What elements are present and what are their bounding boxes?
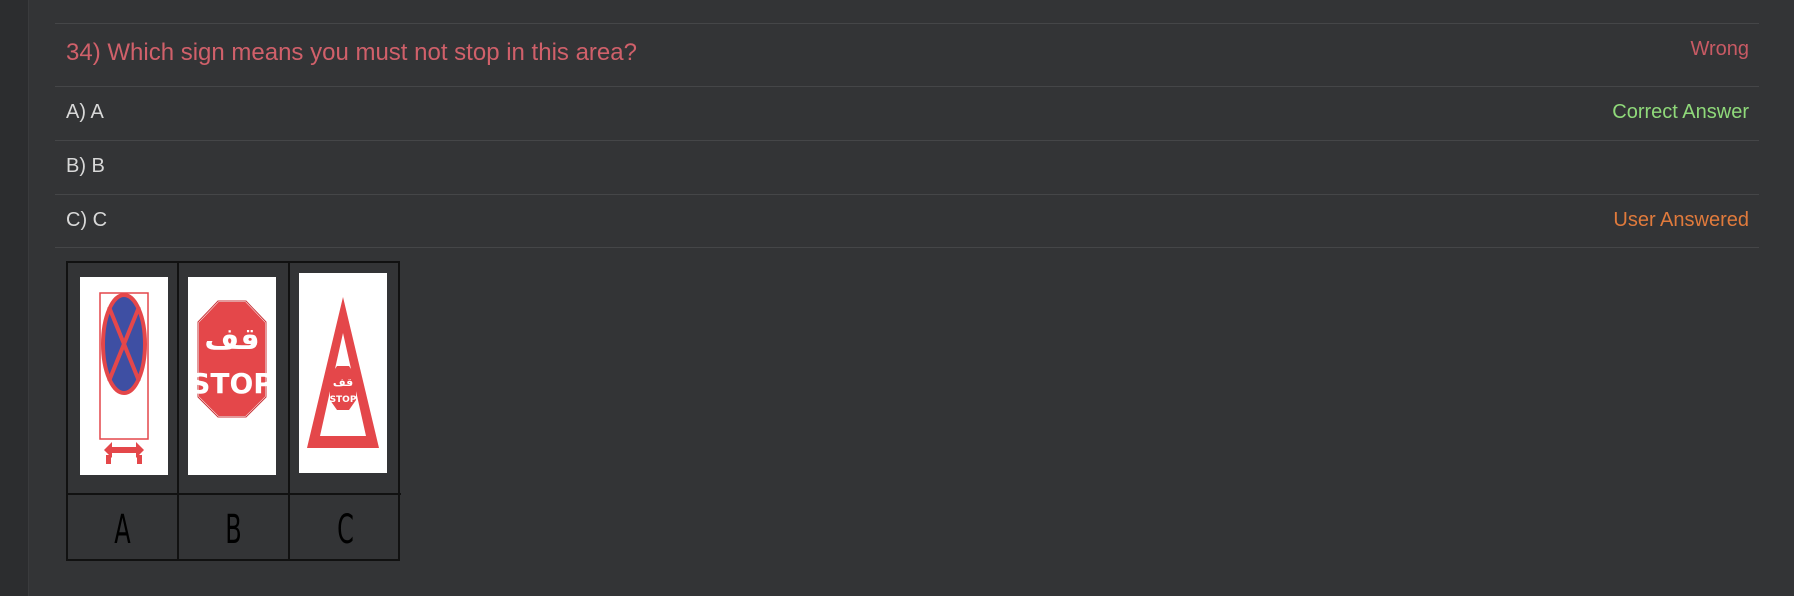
user-answered-tag: User Answered	[1613, 209, 1749, 231]
no-stopping-sign-icon	[99, 292, 149, 464]
figure-label-a: A	[114, 507, 131, 553]
left-gutter	[0, 0, 29, 596]
question-list: 34) Which sign means you must not stop i…	[55, 23, 1759, 248]
stop-sign-icon: قف STOP	[190, 300, 274, 418]
figure-cell-c: قف STOP	[290, 263, 401, 493]
figure-cell-a	[68, 263, 179, 493]
option-label-c: C) C	[66, 209, 108, 231]
option-row-c: C) C User Answered	[55, 194, 1759, 248]
sign-card-c: قف STOP	[299, 273, 387, 473]
figure-label-cell-b: B	[179, 493, 290, 559]
sign-card-a	[80, 277, 168, 475]
question-text: 34) Which sign means you must not stop i…	[66, 39, 637, 66]
stop-text: STOP	[190, 367, 274, 400]
question-status: Wrong	[1690, 38, 1749, 60]
option-label-a: A) A	[66, 101, 104, 123]
option-row-b: B) B	[55, 140, 1759, 194]
stop-ahead-warning-sign-icon: قف STOP	[307, 297, 379, 448]
option-label-b: B) B	[66, 155, 105, 177]
figure-label-cell-a: A	[68, 493, 179, 559]
option-row-a: A) A Correct Answer	[55, 86, 1759, 140]
question-row: 34) Which sign means you must not stop i…	[55, 23, 1759, 86]
figure-label-b: B	[225, 507, 242, 553]
stop-arabic-text: قف	[204, 322, 259, 357]
figure-label-c: C	[337, 507, 354, 553]
correct-answer-tag: Correct Answer	[1612, 101, 1749, 123]
figure-label-cell-c: C	[290, 493, 401, 559]
question-figure: قف STOP قف STOP A B C	[66, 261, 401, 561]
figure-cell-b: قف STOP	[179, 263, 290, 493]
sign-card-b: قف STOP	[188, 277, 276, 475]
small-stop-arabic-text: قف	[333, 376, 353, 389]
small-stop-text: STOP	[330, 395, 357, 405]
